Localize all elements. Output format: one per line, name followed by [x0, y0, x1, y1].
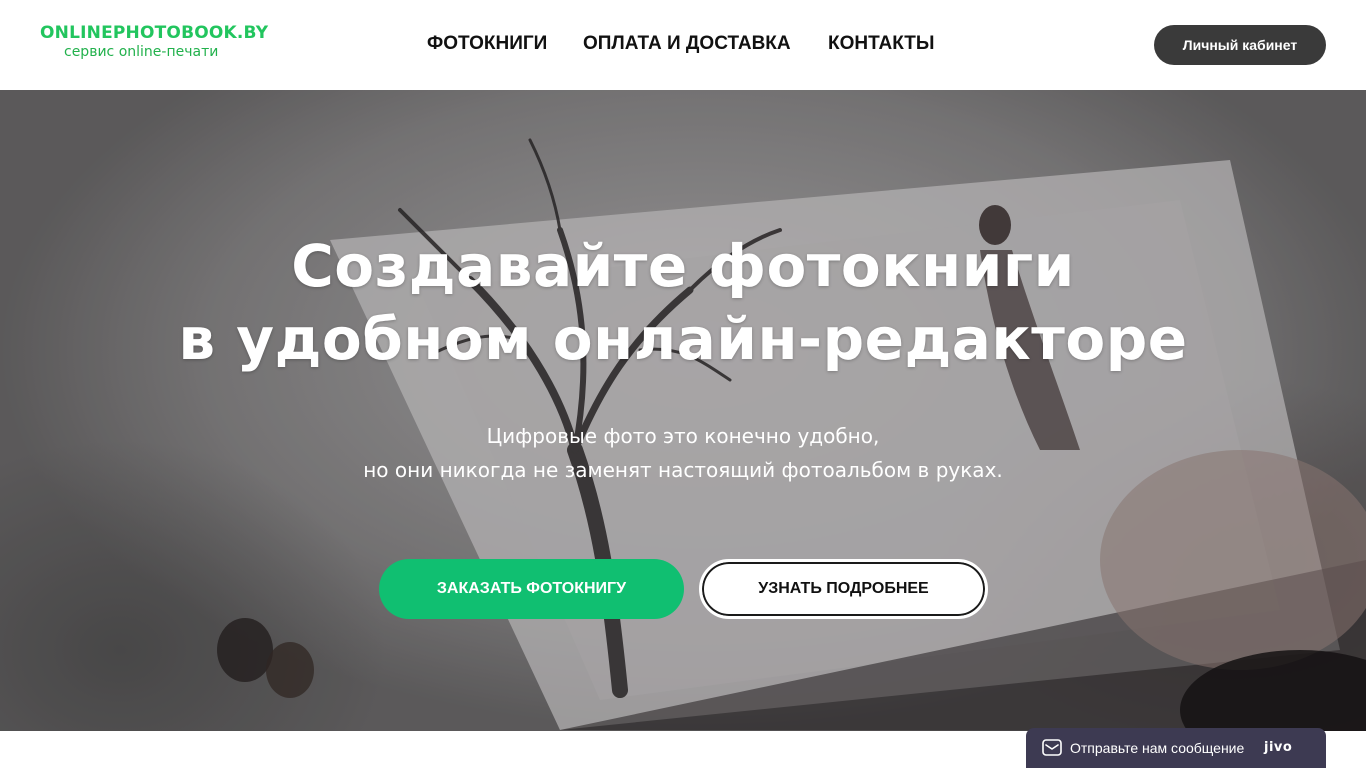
- learn-more-button[interactable]: УЗНАТЬ ПОДРОБНЕЕ: [699, 559, 988, 619]
- chat-widget[interactable]: Отправьте нам сообщение jivo: [1026, 728, 1326, 768]
- hero-section: Создавайте фотокниги в удобном онлайн-ре…: [0, 90, 1366, 731]
- hero-subtitle: Цифровые фото это конечно удобно, но они…: [0, 419, 1366, 487]
- mail-icon: [1042, 739, 1062, 756]
- nav-item-photobooks[interactable]: ФОТОКНИГИ: [427, 33, 547, 55]
- chat-label: Отправьте нам сообщение: [1070, 740, 1245, 756]
- logo-text: ONLINEPHOTOBOOK.BY: [40, 23, 269, 43]
- nav-item-payment-delivery[interactable]: ОПЛАТА И ДОСТАВКА: [583, 33, 791, 55]
- order-photobook-button[interactable]: ЗАКАЗАТЬ ФОТОКНИГУ: [379, 559, 684, 619]
- logo-tagline: сервис online-печати: [64, 44, 219, 60]
- hero-title-line2: в удобном онлайн-редакторе: [178, 305, 1188, 373]
- site-logo[interactable]: ONLINEPHOTOBOOK.BY сервис online-печати: [40, 22, 270, 60]
- hero-subtitle-line1: Цифровые фото это конечно удобно,: [486, 424, 880, 448]
- hero-title: Создавайте фотокниги в удобном онлайн-ре…: [0, 230, 1366, 376]
- hero-overlay: [0, 90, 1366, 731]
- personal-cabinet-button[interactable]: Личный кабинет: [1154, 25, 1326, 65]
- jivo-logo: jivo: [1264, 740, 1293, 755]
- nav-item-contacts[interactable]: КОНТАКТЫ: [828, 33, 935, 55]
- site-header: ONLINEPHOTOBOOK.BY сервис online-печати …: [0, 0, 1366, 90]
- hero-subtitle-line2: но они никогда не заменят настоящий фото…: [363, 458, 1003, 482]
- hero-title-line1: Создавайте фотокниги: [291, 232, 1075, 300]
